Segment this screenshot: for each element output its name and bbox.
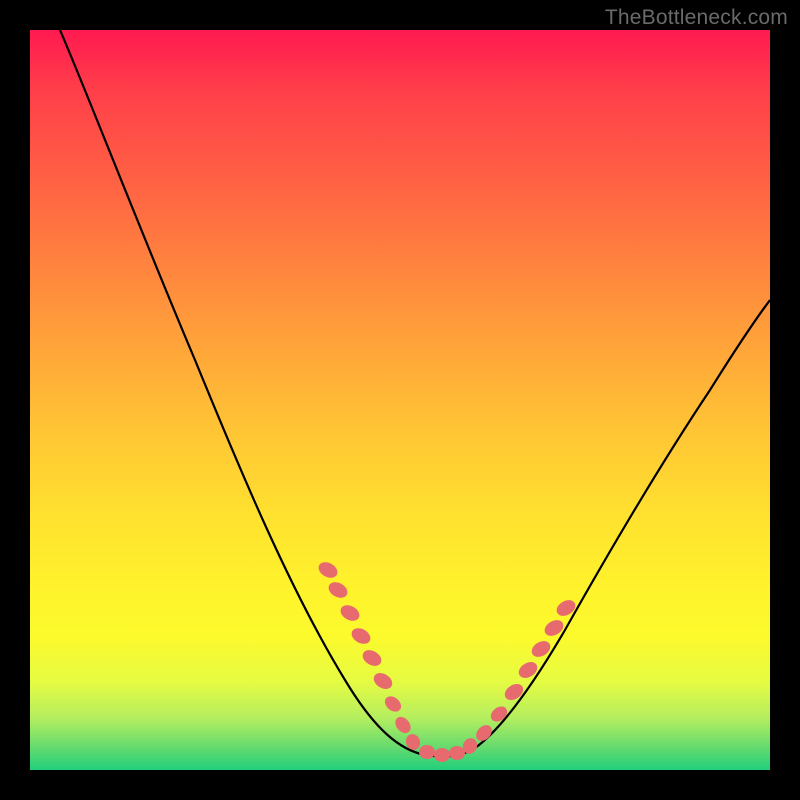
plot-area xyxy=(30,30,770,770)
bottleneck-curve xyxy=(30,30,770,770)
highlight-dots xyxy=(316,559,578,762)
chart-frame: TheBottleneck.com xyxy=(0,0,800,800)
curve-path xyxy=(60,30,770,757)
watermark-text: TheBottleneck.com xyxy=(605,6,788,30)
